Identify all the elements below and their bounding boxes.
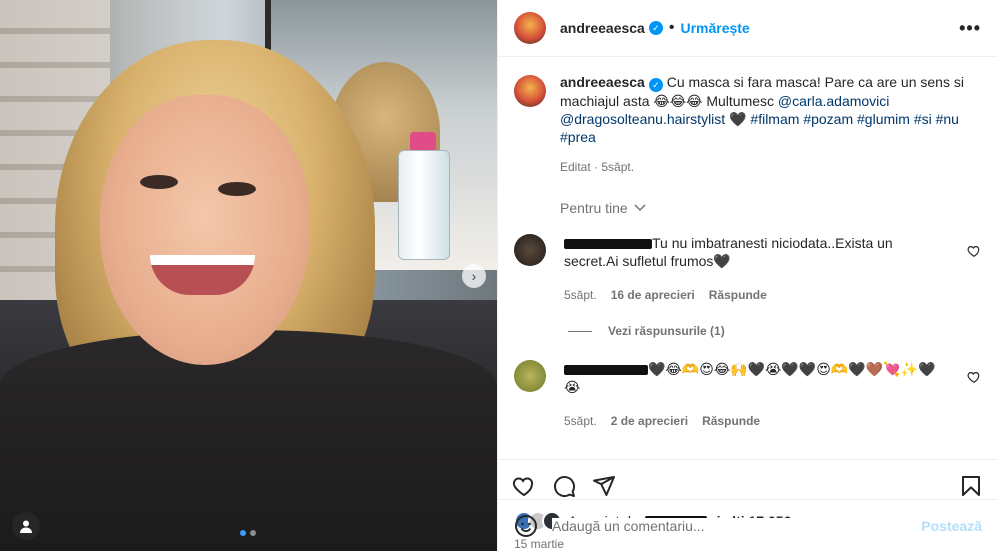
caption-username[interactable]: andreeaesca <box>560 74 645 90</box>
caption-heart: 🖤 <box>729 111 747 127</box>
author-avatar[interactable] <box>514 12 546 44</box>
caption-avatar[interactable] <box>514 75 546 107</box>
view-replies-button[interactable]: Vezi răspunsurile (1) <box>568 324 981 338</box>
comment-meta: 5săpt. 16 de aprecieri Răspunde <box>564 286 944 304</box>
post-dialog: › andreeaesca ✓ • Urmărește ••• andreeae… <box>0 0 997 551</box>
comment-meta: 5săpt. 2 de aprecieri Răspunde <box>564 412 944 430</box>
comment-time: 5săpt. <box>564 414 597 428</box>
post-header: andreeaesca ✓ • Urmărește ••• <box>498 0 997 57</box>
like-heart-icon[interactable] <box>512 474 536 498</box>
comment-likes[interactable]: 16 de aprecieri <box>611 286 695 304</box>
commenter-avatar[interactable] <box>514 360 546 392</box>
carousel-dot-active <box>240 530 246 536</box>
micellar-bottle <box>398 150 450 260</box>
comment-likes[interactable]: 2 de aprecieri <box>611 412 688 430</box>
comment-text-wrap: 🖤😂🫶😍😂🙌🖤😭🖤🖤😍🫶🖤🤎💘✨🖤😭 <box>564 360 944 396</box>
verified-badge-icon: ✓ <box>648 78 663 92</box>
post-side-panel: andreeaesca ✓ • Urmărește ••• andreeaesc… <box>497 0 997 551</box>
post-comment-button[interactable]: Postează <box>921 518 982 534</box>
comment-time: 5săpt. <box>564 288 597 302</box>
comment-filter-dropdown[interactable]: Pentru tine <box>560 200 981 216</box>
share-paper-plane-icon[interactable] <box>592 474 616 498</box>
chevron-right-icon: › <box>471 268 477 284</box>
add-comment-bar: Postează <box>498 499 997 551</box>
mention-link[interactable]: @dragosolteanu.hairstylist <box>560 111 725 127</box>
chevron-down-icon <box>634 204 646 212</box>
hashtag-link[interactable]: #prea <box>560 129 596 145</box>
replies-divider <box>568 330 592 332</box>
right-eye <box>218 182 256 196</box>
author-username[interactable]: andreeaesca <box>560 20 645 36</box>
mention-link[interactable]: @carla.adamovici <box>778 93 889 109</box>
tagged-users-button[interactable] <box>12 512 40 540</box>
sweater <box>0 330 497 551</box>
reply-button[interactable]: Răspunde <box>709 286 767 304</box>
caption-meta: Editat · 5săpt. <box>560 160 635 174</box>
face <box>100 95 310 365</box>
caption: andreeaesca ✓ Cu masca si fara masca! Par… <box>514 73 981 174</box>
post-photo[interactable]: › <box>0 0 497 551</box>
separator-dot: • <box>668 19 675 36</box>
hashtag-link[interactable]: #filmam <box>750 111 799 127</box>
verified-badge-icon: ✓ <box>648 21 663 35</box>
follow-button[interactable]: Urmărește <box>680 20 749 36</box>
bookmark-icon[interactable] <box>959 474 983 498</box>
emoji-icon[interactable] <box>514 514 538 538</box>
comment-item: Tu nu imbatranesti niciodata..Exista un … <box>514 234 981 304</box>
like-comment-heart-icon[interactable] <box>967 244 981 258</box>
carousel-indicator <box>240 530 256 536</box>
left-eye <box>140 175 178 189</box>
redacted-username <box>564 365 648 376</box>
next-photo-button[interactable]: › <box>462 264 486 288</box>
hashtag-link[interactable]: #glumim <box>857 111 910 127</box>
hashtag-link[interactable]: #si <box>914 111 932 127</box>
caption-text: andreeaesca ✓ Cu masca si fara masca! Par… <box>560 73 970 146</box>
comment-text-wrap: Tu nu imbatranesti niciodata..Exista un … <box>564 234 944 270</box>
comment-bubble-icon[interactable] <box>552 474 576 498</box>
reply-button[interactable]: Răspunde <box>702 412 760 430</box>
comment-input[interactable] <box>552 517 922 534</box>
view-replies-label: Vezi răspunsurile (1) <box>608 324 725 338</box>
hashtag-link[interactable]: #nu <box>936 111 959 127</box>
comment-filter-label: Pentru tine <box>560 200 628 216</box>
more-options-icon[interactable]: ••• <box>959 18 981 39</box>
redacted-username <box>564 239 652 250</box>
comments-scroll-area[interactable]: andreeaesca ✓ Cu masca si fara masca! Par… <box>498 57 997 459</box>
comment-item: 🖤😂🫶😍😂🙌🖤😭🖤🖤😍🫶🖤🤎💘✨🖤😭 5săpt. 2 de aprecieri… <box>514 360 981 430</box>
hashtag-link[interactable]: #pozam <box>803 111 853 127</box>
user-icon <box>20 520 32 533</box>
commenter-avatar[interactable] <box>514 234 546 266</box>
like-comment-heart-icon[interactable] <box>967 370 981 384</box>
carousel-dot <box>250 530 256 536</box>
